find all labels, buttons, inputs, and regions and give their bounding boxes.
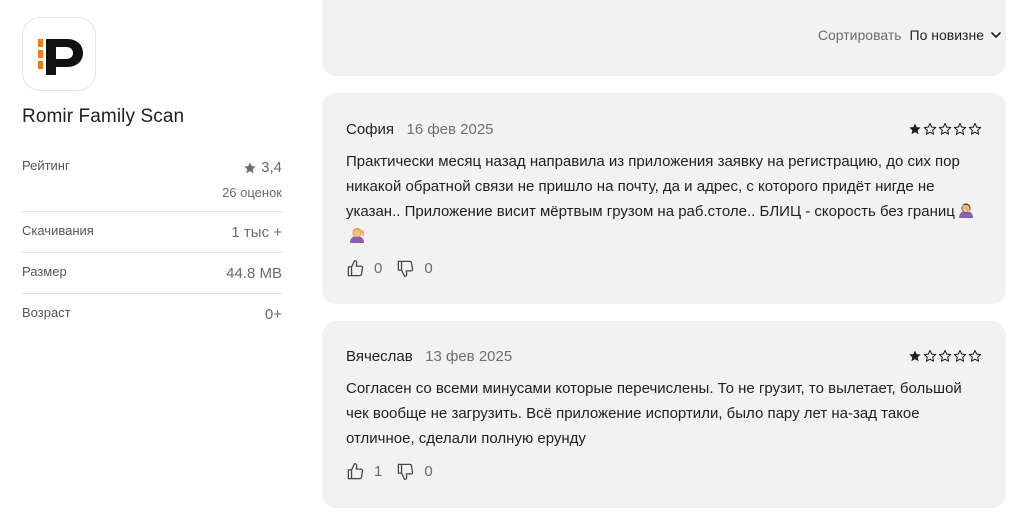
rating-label: Рейтинг (22, 158, 70, 173)
star-empty-icon (923, 349, 937, 362)
size-label: Размер (22, 264, 67, 279)
rating-value-wrap: 3,4 (243, 159, 282, 176)
downloads-value: 1 тыс + (231, 224, 282, 241)
rating-value: 3,4 (261, 159, 282, 176)
age-value: 0+ (264, 306, 282, 323)
review-text-wrap: Практически месяц назад направила из при… (346, 149, 982, 249)
star-icon (244, 161, 256, 173)
review-card: Вячеслав 13 фев 2025 Согласен со всеми м… (322, 321, 1006, 508)
review-text: Согласен со всеми минусами которые переч… (346, 380, 962, 447)
app-logo (22, 17, 96, 91)
app-info-table: Рейтинг 3,4 26 оценок Скачивания 1 тыс +… (22, 150, 282, 335)
woman-facepalming-emoji (958, 203, 973, 218)
star-empty-icon (938, 349, 952, 362)
review-author: Вячеслав (346, 348, 413, 365)
review-stars (908, 349, 982, 363)
thumbs-up-icon (347, 462, 364, 480)
like-button[interactable]: 1 (346, 462, 382, 481)
review-date: 13 фев 2025 (425, 348, 513, 365)
dislike-count: 0 (424, 260, 433, 277)
star-empty-icon (968, 122, 982, 135)
thumbs-down-icon (398, 463, 414, 481)
dislike-count: 0 (424, 463, 433, 480)
rating-row: Рейтинг 3,4 26 оценок (22, 150, 282, 212)
age-row: Возраст 0+ (22, 294, 282, 335)
star-filled-icon (909, 350, 921, 362)
downloads-label: Скачивания (22, 223, 94, 238)
size-row: Размер 44.8 MB (22, 253, 282, 294)
star-empty-icon (938, 122, 952, 135)
star-empty-icon (953, 122, 967, 135)
review-text: Практически месяц назад направила из при… (346, 153, 960, 220)
thumbs-up-icon (347, 259, 364, 277)
downloads-row: Скачивания 1 тыс + (22, 212, 282, 253)
thumbs-down-icon (398, 260, 414, 278)
rating-count: 26 оценок (222, 185, 282, 200)
review-stars (908, 122, 982, 136)
review-header: София 16 фев 2025 (346, 121, 982, 141)
dislike-button[interactable]: 0 (396, 259, 433, 278)
like-count: 0 (374, 260, 383, 277)
review-card: София 16 фев 2025 Практически месяц наза… (322, 93, 1006, 304)
sort-control: Сортировать По новизне (818, 27, 1002, 43)
review-votes: 1 0 (346, 462, 447, 481)
app-name: Romir Family Scan (22, 106, 185, 127)
star-filled-icon (909, 123, 921, 135)
woman-tipping-hand-emoji (350, 227, 365, 243)
review-votes: 0 0 (346, 259, 447, 278)
romir-logo-icon (38, 39, 83, 75)
review-author: София (346, 121, 395, 138)
age-label: Возраст (22, 305, 71, 320)
size-value: 44.8 MB (226, 265, 282, 282)
review-date: 16 фев 2025 (406, 121, 494, 138)
sort-label: Сортировать (817, 27, 902, 43)
sort-dropdown[interactable]: По новизне (910, 27, 984, 43)
chevron-down-icon[interactable] (990, 29, 1002, 41)
review-header: Вячеслав 13 фев 2025 (346, 348, 982, 368)
dislike-button[interactable]: 0 (396, 462, 433, 481)
star-empty-icon (953, 349, 967, 362)
star-empty-icon (923, 122, 937, 135)
like-count: 1 (374, 463, 383, 480)
like-button[interactable]: 0 (346, 259, 382, 278)
star-empty-icon (968, 349, 982, 362)
